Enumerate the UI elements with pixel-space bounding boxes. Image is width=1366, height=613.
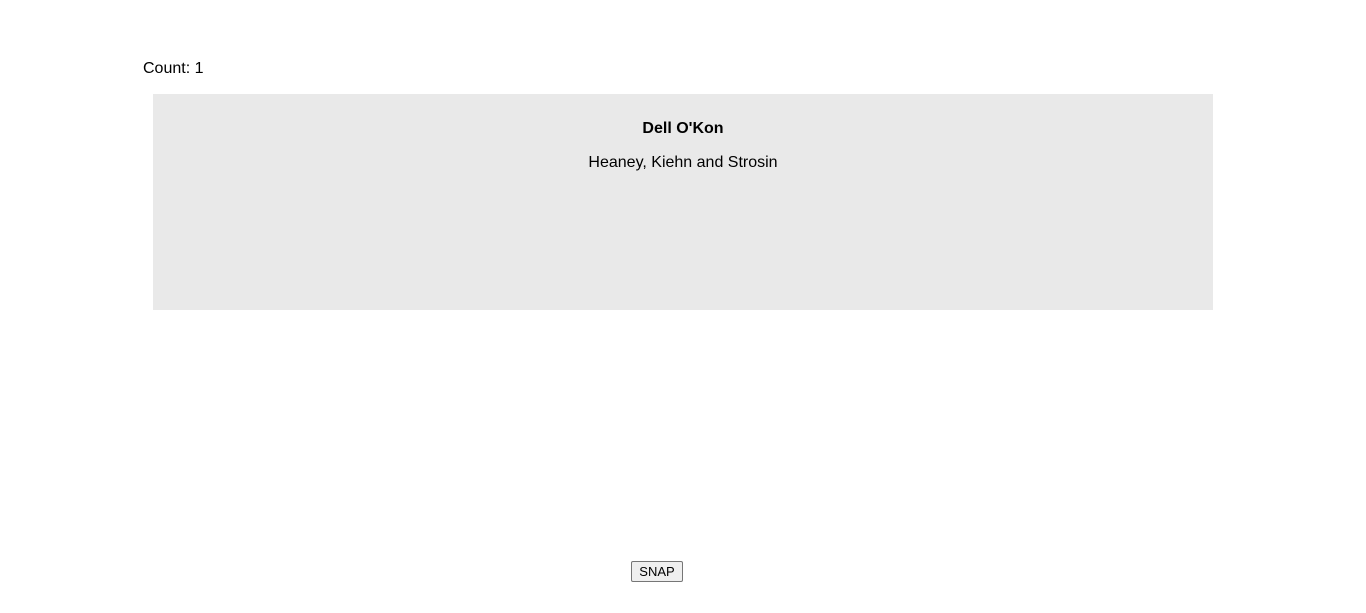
count-value: 1: [194, 60, 204, 77]
count-label: Count:: [143, 60, 191, 77]
contact-company: Heaney, Kiehn and Strosin: [588, 154, 778, 171]
snap-button[interactable]: SNAP: [631, 561, 683, 582]
page: Count: 1 Dell O'Kon Heaney, Kiehn and St…: [0, 0, 1366, 613]
count-display: Count: 1: [143, 59, 204, 78]
contact-name: Dell O'Kon: [642, 120, 724, 137]
contact-card: Dell O'Kon Heaney, Kiehn and Strosin: [153, 94, 1213, 310]
